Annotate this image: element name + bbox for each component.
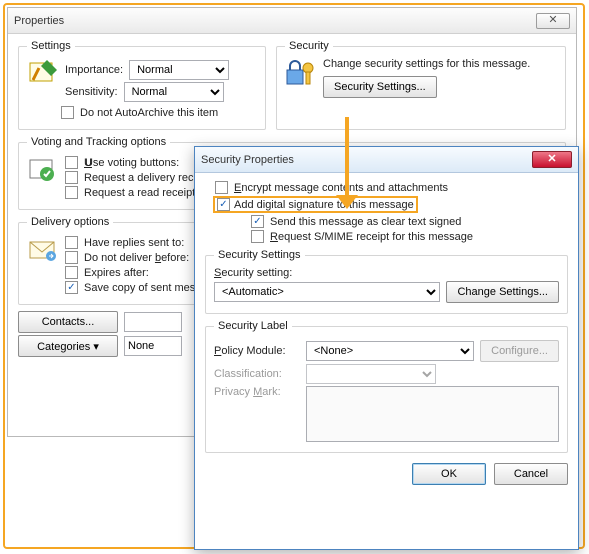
callout-arrow-head	[336, 195, 358, 209]
sensitivity-label: Sensitivity:	[65, 86, 118, 98]
req-delivery-label: Request a delivery rece	[84, 172, 200, 184]
use-voting-checkbox[interactable]	[65, 156, 78, 169]
sec-titlebar: Security Properties ✕	[195, 147, 578, 173]
sec-settings-group: Security Settings Security setting: <Aut…	[205, 249, 568, 314]
expires-checkbox[interactable]	[65, 266, 78, 279]
security-settings-button[interactable]: Security Settings...	[323, 76, 437, 98]
use-voting-label: UUse voting buttons:	[84, 157, 179, 169]
save-copy-label: Save copy of sent mes	[84, 282, 195, 294]
vote-icon	[27, 154, 59, 186]
settings-icon	[27, 58, 59, 90]
ok-button[interactable]: OK	[412, 463, 486, 485]
sec-close-button[interactable]: ✕	[532, 151, 572, 168]
sec-setting-label: Security setting:	[214, 267, 559, 279]
smime-checkbox[interactable]	[251, 230, 264, 243]
autoarchive-checkbox[interactable]	[61, 106, 74, 119]
cleartext-label: Send this message as clear text signed	[270, 216, 461, 228]
encrypt-checkbox[interactable]	[215, 181, 228, 194]
classification-select	[306, 364, 436, 384]
privacy-textarea	[306, 386, 559, 442]
delivery-legend: Delivery options	[27, 216, 113, 228]
window-title: Properties	[14, 15, 536, 27]
have-replies-checkbox[interactable]	[65, 236, 78, 249]
autoarchive-label: Do not AutoArchive this item	[80, 107, 218, 119]
categories-field[interactable]	[124, 336, 182, 356]
settings-group: Settings Importance: Normal Sensitivity:	[18, 40, 266, 130]
encrypt-label: Encrypt message contents and attachments	[234, 182, 448, 194]
policy-select[interactable]: <None>	[306, 341, 474, 361]
sec-window-title: Security Properties	[201, 154, 532, 166]
sec-settings-legend: Security Settings	[214, 249, 305, 261]
sec-label-group: Security Label Policy Module: <None> Con…	[205, 320, 568, 453]
have-replies-label: Have replies sent to:	[84, 237, 184, 249]
cancel-button[interactable]: Cancel	[494, 463, 568, 485]
categories-button[interactable]: Categories ▾	[18, 335, 118, 357]
settings-legend: Settings	[27, 40, 75, 52]
contacts-field[interactable]	[124, 312, 182, 332]
voting-legend: Voting and Tracking options	[27, 136, 170, 148]
smime-label: Request S/MIME receipt for this message	[270, 231, 473, 243]
sensitivity-select[interactable]: Normal	[124, 82, 224, 102]
security-group: Security Change security settings for th…	[276, 40, 566, 130]
titlebar: Properties ✕	[8, 8, 576, 34]
sign-highlight: Add digital signature to this message	[213, 196, 418, 213]
change-settings-button[interactable]: Change Settings...	[446, 281, 559, 303]
importance-select[interactable]: Normal	[129, 60, 229, 80]
req-delivery-checkbox[interactable]	[65, 171, 78, 184]
contacts-button[interactable]: Contacts...	[18, 311, 118, 333]
save-copy-checkbox[interactable]	[65, 281, 78, 294]
cleartext-checkbox[interactable]	[251, 215, 264, 228]
sign-checkbox[interactable]	[217, 198, 230, 211]
sec-label-legend: Security Label	[214, 320, 292, 332]
classification-label: Classification:	[214, 368, 300, 380]
security-desc: Change security settings for this messag…	[323, 58, 530, 70]
importance-label: Importance:	[65, 64, 123, 76]
not-before-label: Do not deliver before:	[84, 252, 189, 264]
expires-label: Expires after:	[84, 267, 149, 279]
policy-label: Policy Module:	[214, 345, 300, 357]
lock-key-icon	[285, 58, 317, 90]
req-read-label: Request a read receipt	[84, 187, 195, 199]
req-read-checkbox[interactable]	[65, 186, 78, 199]
privacy-label: Privacy Mark:	[214, 386, 300, 398]
close-button[interactable]: ✕	[536, 13, 570, 29]
configure-button: Configure...	[480, 340, 559, 362]
security-legend: Security	[285, 40, 333, 52]
not-before-checkbox[interactable]	[65, 251, 78, 264]
sec-setting-select[interactable]: <Automatic>	[214, 282, 440, 302]
sign-label: Add digital signature to this message	[234, 199, 414, 211]
envelope-icon	[27, 234, 59, 266]
security-properties-window: Security Properties ✕ Encrypt message co…	[194, 146, 579, 550]
callout-arrow	[345, 117, 349, 199]
